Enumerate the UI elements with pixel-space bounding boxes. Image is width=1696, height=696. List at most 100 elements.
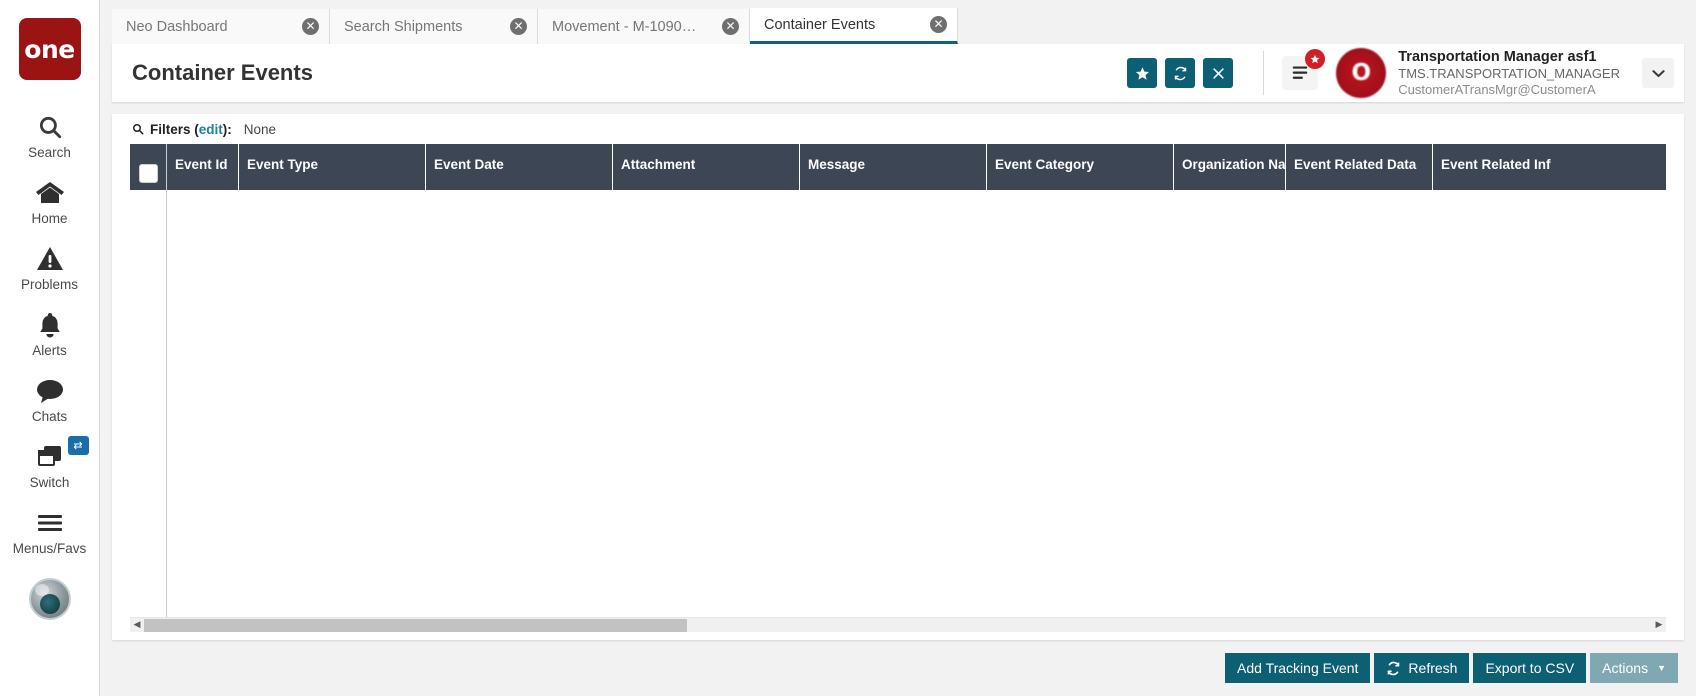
grid-column-header[interactable]: Message <box>800 144 987 190</box>
tab-label: Container Events <box>764 16 876 33</box>
grid-frozen-body <box>130 190 166 617</box>
add-tracking-event-label: Add Tracking Event <box>1237 660 1359 676</box>
close-icon[interactable]: ✕ <box>930 16 947 33</box>
sidebar-label-switch: Switch <box>29 475 70 490</box>
browser-tab-strip: Neo Dashboard ✕ Search Shipments ✕ Movem… <box>100 0 1696 44</box>
one-logo-text: one <box>24 34 75 64</box>
sidebar-label-alerts: Alerts <box>32 343 67 358</box>
grid-body <box>167 190 1666 617</box>
tab-movement[interactable]: Movement - M-10900CM-10900-... ✕ <box>538 9 750 44</box>
tab-label: Neo Dashboard <box>126 18 228 35</box>
warning-triangle-icon <box>36 244 64 274</box>
search-icon <box>37 112 63 142</box>
export-to-csv-button[interactable]: Export to CSV <box>1473 653 1587 683</box>
user-info: Transportation Manager asf1 TMS.TRANSPOR… <box>1398 48 1620 99</box>
export-to-csv-label: Export to CSV <box>1485 660 1575 676</box>
grid-column-header[interactable]: Event Related Inf <box>1433 144 1573 190</box>
sidebar-item-menus-favs[interactable]: Menus/Favs <box>0 498 100 564</box>
chevron-down-icon <box>1651 69 1665 77</box>
tab-container-events[interactable]: Container Events ✕ <box>750 8 958 44</box>
tab-label: Movement - M-10900CM-10900-... <box>552 18 704 35</box>
grid-column-header[interactable]: Organization Name <box>1174 144 1286 190</box>
sidebar-item-chats[interactable]: Chats <box>0 366 100 432</box>
filters-colon: ): <box>222 121 232 137</box>
actions-button[interactable]: Actions ▼ <box>1590 653 1678 683</box>
refresh-icon <box>1386 661 1401 676</box>
filters-label: Filters ( <box>150 121 199 137</box>
refresh-page-button[interactable] <box>1165 58 1196 88</box>
grid-header-row: Event Id Event Type Event Date Attachment Me… <box>167 144 1666 190</box>
footer-action-bar: Add Tracking Event Refresh Export to CSV… <box>100 640 1696 696</box>
chat-bubble-icon <box>35 376 65 406</box>
star-icon <box>1310 54 1320 64</box>
favorites-badge <box>1305 49 1326 69</box>
grid-scroll-region: Event Id Event Type Event Date Attachment Me… <box>167 144 1666 617</box>
scrollbar-track[interactable] <box>144 618 1652 632</box>
avatar-initials: O <box>1351 60 1372 86</box>
close-icon <box>1213 67 1224 79</box>
close-page-button[interactable] <box>1203 58 1234 88</box>
one-logo[interactable]: one <box>18 18 81 80</box>
sidebar-item-alerts[interactable]: Alerts <box>0 300 100 366</box>
hamburger-icon <box>36 508 64 538</box>
filters-bar: Filters ( edit ): None <box>112 114 1684 144</box>
page-header-bar: Container Events O Transportation Manage… <box>112 44 1684 102</box>
chevron-down-icon: ▼ <box>1657 663 1666 673</box>
user-menu-dropdown[interactable] <box>1642 58 1674 88</box>
actions-label: Actions <box>1602 660 1649 676</box>
switch-badge-icon[interactable]: ⇄ <box>67 436 89 455</box>
scroll-right-arrow-icon[interactable]: ▶ <box>1652 620 1666 630</box>
user-name: Transportation Manager asf1 <box>1398 48 1597 65</box>
star-icon <box>1135 66 1149 80</box>
windows-stack-icon <box>36 442 64 472</box>
close-icon[interactable]: ✕ <box>302 18 319 35</box>
tab-neo-dashboard[interactable]: Neo Dashboard ✕ <box>112 9 330 44</box>
menu-favorites-button[interactable] <box>1282 49 1326 90</box>
add-tracking-event-button[interactable]: Add Tracking Event <box>1225 653 1371 683</box>
sidebar-label-search: Search <box>28 145 71 160</box>
left-nav-rail: one Search Home Problems Alerts Chats ⇄ … <box>0 0 100 696</box>
rail-user-avatar[interactable] <box>28 578 71 620</box>
scroll-left-arrow-icon[interactable]: ◀ <box>130 620 144 630</box>
close-icon[interactable]: ✕ <box>510 18 527 35</box>
sidebar-item-home[interactable]: Home <box>0 168 100 234</box>
search-icon <box>132 123 144 135</box>
sidebar-item-search[interactable]: Search <box>0 102 100 168</box>
favorite-button[interactable] <box>1127 58 1158 88</box>
sidebar-label-chats: Chats <box>31 409 68 424</box>
refresh-icon <box>1174 66 1186 80</box>
sidebar-item-problems[interactable]: Problems <box>0 234 100 300</box>
user-role: TMS.TRANSPORTATION_MANAGER <box>1398 65 1620 81</box>
header-actions: O Transportation Manager asf1 TMS.TRANSP… <box>1119 44 1684 102</box>
grid-column-header[interactable]: Attachment <box>613 144 800 190</box>
page-title: Container Events <box>132 60 313 85</box>
avatar[interactable]: O <box>1336 48 1387 98</box>
sidebar-label-problems: Problems <box>20 277 79 292</box>
horizontal-scrollbar[interactable]: ◀ ▶ <box>130 617 1666 632</box>
sidebar-label-home: Home <box>31 211 68 226</box>
sidebar-item-switch[interactable]: ⇄ Switch <box>0 432 100 498</box>
grid-column-header[interactable]: Event Type <box>239 144 426 190</box>
bell-icon <box>37 310 63 340</box>
grid-column-header[interactable]: Event Category <box>987 144 1174 190</box>
grid-column-header[interactable]: Event Id <box>167 144 239 190</box>
grid-column-header[interactable]: Event Date <box>426 144 613 190</box>
user-email: CustomerATransMgr@CustomerA <box>1398 82 1596 98</box>
content-bottom-spacer <box>112 632 1684 640</box>
filters-edit-link[interactable]: edit <box>199 122 223 137</box>
tab-search-shipments[interactable]: Search Shipments ✕ <box>330 9 538 44</box>
content-card: Filters ( edit ): None Event Id Event Typ… <box>112 114 1684 640</box>
header-divider <box>1263 51 1265 95</box>
close-icon[interactable]: ✕ <box>722 18 739 35</box>
grid-column-header[interactable]: Event Related Data <box>1286 144 1433 190</box>
main-area: Neo Dashboard ✕ Search Shipments ✕ Movem… <box>100 0 1696 696</box>
refresh-button[interactable]: Refresh <box>1374 653 1470 683</box>
filters-value: None <box>243 121 277 137</box>
hamburger-icon <box>1292 66 1308 79</box>
grid-header-checkbox-cell <box>130 144 166 190</box>
data-grid: Event Id Event Type Event Date Attachment Me… <box>112 144 1684 617</box>
select-all-checkbox[interactable] <box>138 164 158 183</box>
sidebar-label-menus-favs: Menus/Favs <box>12 541 87 556</box>
home-icon <box>35 178 65 208</box>
scrollbar-thumb[interactable] <box>144 618 687 632</box>
